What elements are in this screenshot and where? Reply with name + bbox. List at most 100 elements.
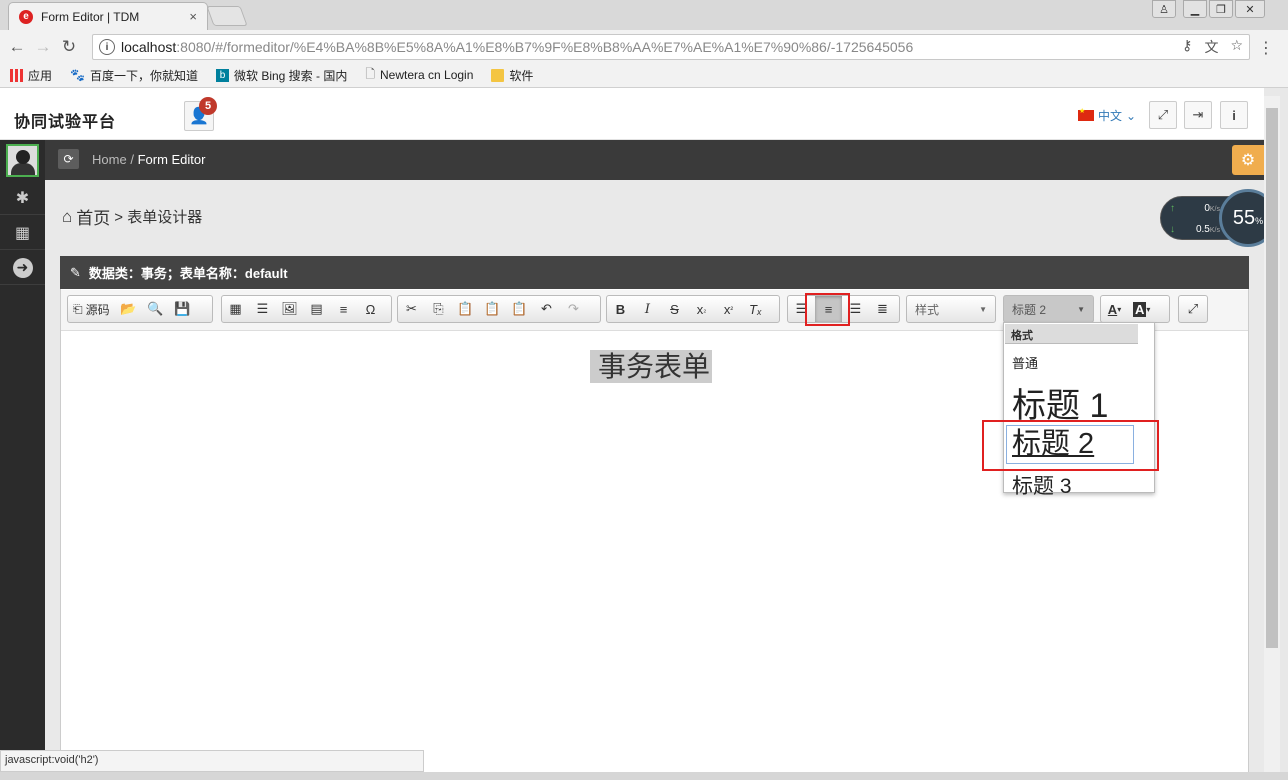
paste-button[interactable]: 📋 (452, 296, 479, 322)
arrow-circle-right-icon: ➜ (12, 257, 33, 278)
maximize-icon: ⤢ (1187, 301, 1199, 316)
restore-button[interactable]: ❐ (1209, 0, 1233, 18)
page-title-sub: > 表单设计器 (114, 209, 203, 226)
align-right-icon: ☰ (849, 301, 862, 316)
toolbar-group-formatting: B I S x₂ x² Tₓ (606, 295, 780, 323)
url-path: :8080/#/formeditor/%E4%BA%8B%E5%8A%A1%E8… (176, 39, 914, 55)
document-title[interactable]: 事务表单 (590, 350, 713, 383)
bold-button[interactable]: B (607, 296, 634, 322)
copy-icon: ⎘ (433, 301, 444, 316)
source-button[interactable]: ⎗ 源码 (68, 296, 115, 322)
bookmark-baidu[interactable]: 🐾 百度一下，你就知道 (70, 67, 198, 84)
caret-down-icon: ▼ (979, 304, 987, 314)
breadcrumb-home[interactable]: Home (92, 152, 127, 167)
breadcrumb: Home / Form Editor (92, 152, 206, 167)
forward-icon[interactable]: → (30, 37, 56, 57)
form-grid-button[interactable]: ▦ (222, 296, 249, 322)
language-selector[interactable]: 中文 ⌄ (1078, 107, 1136, 124)
paste-text-icon: 📋 (484, 301, 501, 316)
background-color-button[interactable]: A ▾ (1128, 296, 1155, 322)
url-host: localhost (121, 39, 177, 55)
cut-button[interactable]: ✂ (398, 296, 425, 322)
bookmark-star-icon[interactable]: ☆ (1230, 37, 1243, 57)
notification-badge: 5 (199, 97, 217, 115)
translate-icon[interactable]: 文 (1204, 37, 1218, 57)
page-title: ⌂ 首页 > 表单设计器 (62, 204, 202, 229)
bookmarks-bar: 应用 🐾 百度一下，你就知道 b 微软 Bing 搜索 - 国内 🗋 Newtera … (0, 63, 1288, 88)
sidebar-item-building[interactable]: ▦ (0, 216, 45, 250)
maximize-editor-button[interactable]: ⤢ (1178, 295, 1208, 323)
undo-icon: ↶ (541, 301, 552, 316)
highlight-box-h2 (982, 420, 1159, 471)
table-button[interactable]: ▤ (303, 296, 330, 322)
undo-button[interactable]: ↶ (533, 296, 560, 322)
format-menu-header: 格式 (1005, 324, 1138, 344)
open-folder-button[interactable]: 📂 (115, 296, 142, 322)
redo-button[interactable]: ↷ (560, 296, 587, 322)
save-button[interactable]: 💾 (169, 296, 196, 322)
strikethrough-button[interactable]: S (661, 296, 688, 322)
tab-close-icon[interactable]: × (189, 9, 197, 24)
pencil-icon: ✎ (70, 264, 81, 280)
copy-button[interactable]: ⎘ (425, 296, 452, 322)
styles-dropdown[interactable]: 样式 ▼ (906, 295, 996, 323)
paste-word-button[interactable]: 📋 (506, 296, 533, 322)
sidebar-item-navigate[interactable]: ➜ (0, 251, 45, 285)
paste-text-button[interactable]: 📋 (479, 296, 506, 322)
bookmark-bing[interactable]: b 微软 Bing 搜索 - 国内 (215, 67, 347, 84)
new-tab-button[interactable] (206, 6, 248, 26)
caret-down-icon: ▼ (1077, 304, 1085, 314)
download-speed: ↓ 0.5K/s (1170, 224, 1220, 235)
bookmark-apps[interactable]: 应用 (10, 67, 52, 84)
justify-button[interactable]: ≣ (869, 296, 896, 322)
refresh-button[interactable]: ⟳ (58, 149, 79, 169)
folder-icon (491, 68, 505, 82)
settings-button[interactable]: ⚙ (1232, 145, 1264, 175)
browser-status-bar: javascript:void('h2') (0, 750, 424, 772)
format-option-h3[interactable]: 标题 3 (1012, 470, 1072, 500)
fullscreen-button[interactable]: ⤢ (1149, 101, 1177, 129)
logout-button[interactable]: ⇥ (1184, 101, 1212, 129)
list-button[interactable]: ☰ (249, 296, 276, 322)
superscript-button[interactable]: x² (715, 296, 742, 322)
apps-grid-icon (10, 68, 23, 82)
reload-icon[interactable]: ↻ (56, 37, 82, 57)
toolbar-group-clipboard: ✂ ⎘ 📋 📋 📋 ↶ ↷ (397, 295, 601, 323)
horizontal-line-button[interactable]: ≡ (330, 296, 357, 322)
format-option-normal[interactable]: 普通 (1012, 353, 1038, 372)
folder-open-icon: 📂 (120, 301, 137, 316)
special-char-button[interactable]: Ω (357, 296, 384, 322)
key-icon[interactable]: ⚷ (1182, 37, 1192, 57)
source-icon: ⎗ (73, 301, 83, 316)
url-input[interactable]: i localhost :8080/#/formeditor/%E4%BA%8B… (92, 34, 1250, 60)
scrollbar-thumb[interactable] (1266, 108, 1278, 648)
page-title-home[interactable]: 首页 (76, 204, 110, 229)
text-color-button[interactable]: A ▾ (1101, 296, 1128, 322)
back-icon[interactable]: ← (4, 37, 30, 57)
browser-tab[interactable]: e Form Editor | TDM × (8, 2, 208, 30)
hr-icon: ≡ (339, 301, 348, 317)
paste-icon: 📋 (457, 301, 474, 316)
language-label: 中文 (1098, 109, 1123, 123)
chevron-down-icon: ⌄ (1126, 108, 1137, 123)
building-icon: ▦ (14, 224, 31, 242)
sidebar-item-bug[interactable]: ✱ (0, 181, 45, 215)
omega-icon: Ω (365, 301, 376, 317)
bg-color-icon: A (1133, 301, 1147, 317)
info-button[interactable]: i (1220, 101, 1248, 129)
bookmark-folder-software[interactable]: 软件 (491, 67, 533, 84)
preview-button[interactable]: 🔍 (142, 296, 169, 322)
image-button[interactable]: 🖼 (276, 296, 303, 322)
format-dropdown[interactable]: 标题 2 ▼ (1003, 295, 1094, 323)
avatar[interactable] (6, 144, 39, 177)
italic-button[interactable]: I (634, 296, 661, 322)
menu-kebab-icon[interactable]: ⋮ (1258, 38, 1274, 58)
bookmark-newtera[interactable]: 🗋 Newtera cn Login (365, 65, 473, 86)
bug-icon: ✱ (15, 189, 30, 207)
site-info-icon[interactable]: i (99, 39, 115, 55)
minimize-button[interactable]: ▁ (1183, 0, 1207, 18)
remove-format-button[interactable]: Tₓ (742, 296, 769, 322)
close-window-button[interactable]: ✕ (1235, 0, 1265, 18)
user-profile-icon[interactable]: ♙ (1152, 0, 1176, 18)
subscript-button[interactable]: x₂ (688, 296, 715, 322)
